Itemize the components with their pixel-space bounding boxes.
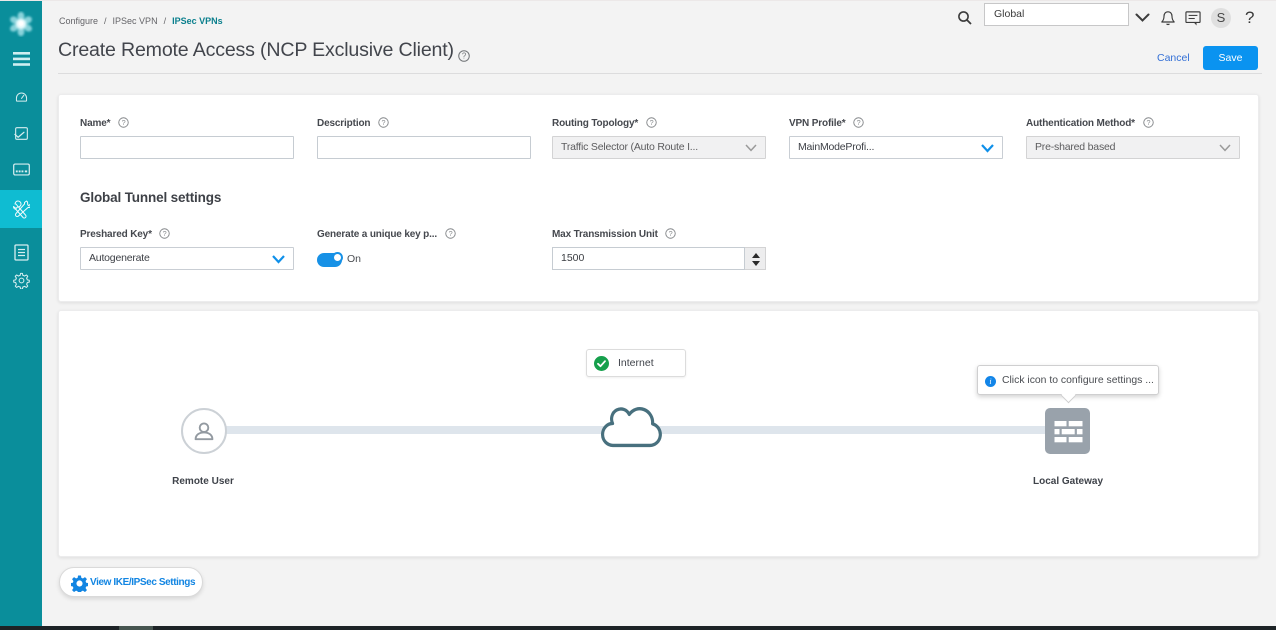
svg-text:?: ?: [462, 52, 467, 61]
svg-text:?: ?: [122, 118, 126, 127]
svg-text:?: ?: [1146, 118, 1150, 127]
svg-text:i: i: [989, 377, 991, 386]
svg-text:?: ?: [669, 229, 673, 238]
svg-text:?: ?: [448, 229, 452, 238]
svg-text:?: ?: [857, 118, 861, 127]
svg-text:?: ?: [382, 118, 386, 127]
svg-text:?: ?: [649, 118, 653, 127]
svg-text:?: ?: [163, 229, 167, 238]
